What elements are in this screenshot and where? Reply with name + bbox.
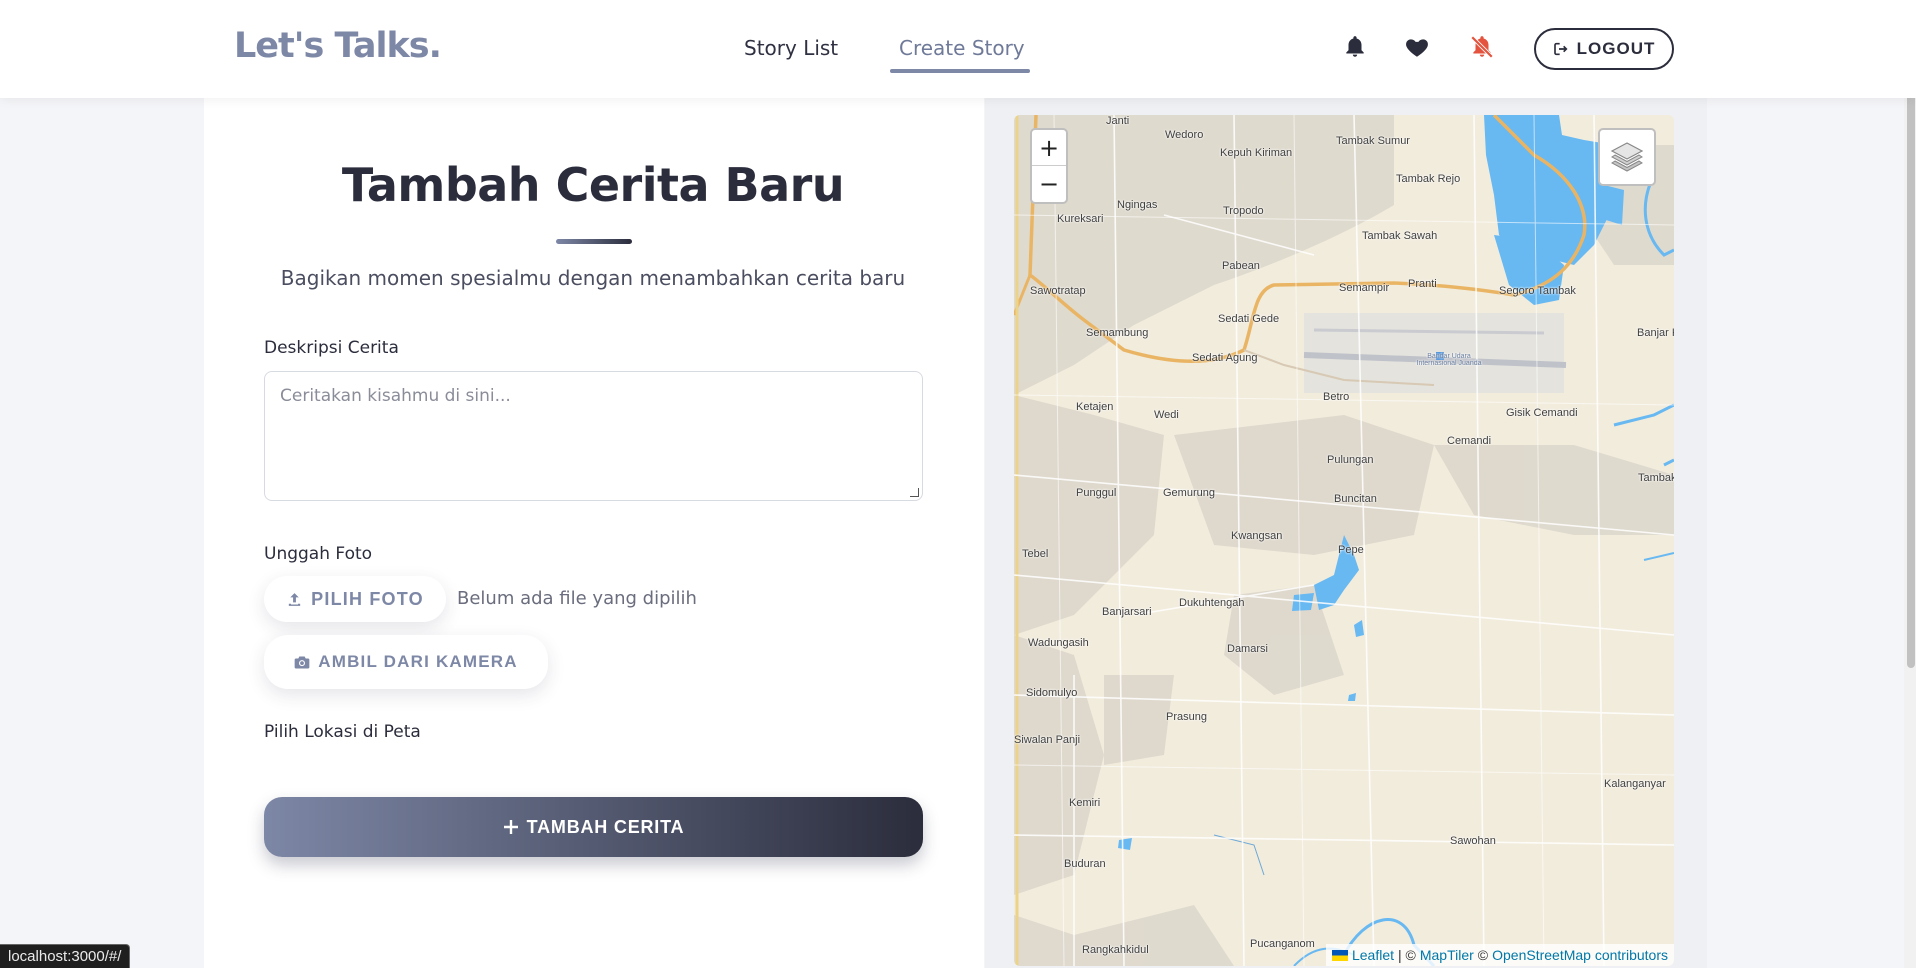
choose-photo-button[interactable]: PILIH FOTO xyxy=(264,576,446,622)
nav-story-list[interactable]: Story List xyxy=(744,36,838,60)
map-label: Kemiri xyxy=(1069,797,1101,809)
map-label: Sidomulyo xyxy=(1026,687,1078,699)
map-label: Tambak C xyxy=(1638,472,1674,484)
description-placeholder: Ceritakan kisahmu di sini... xyxy=(280,386,511,406)
nav-create-story[interactable]: Create Story xyxy=(899,36,1025,60)
map-label: Sawotratap xyxy=(1030,285,1086,297)
map-label: Damarsi xyxy=(1227,643,1268,655)
location-map[interactable]: Janti Wedoro Kepuh Kiriman Tambak Sumur … xyxy=(1014,115,1674,966)
leaflet-link[interactable]: Leaflet xyxy=(1352,947,1394,963)
map-label: Sedati Gede xyxy=(1218,313,1280,325)
map-label: Siwalan Panji xyxy=(1014,734,1081,746)
location-label: Pilih Lokasi di Peta xyxy=(264,722,421,742)
map-label: Kwangsan xyxy=(1231,530,1283,542)
map-label: Pabean xyxy=(1222,260,1260,272)
map-label: Pucanganom xyxy=(1250,938,1315,950)
upload-icon xyxy=(288,592,301,606)
map-label: Wadungasih xyxy=(1028,637,1089,649)
map-label: Janti xyxy=(1106,115,1130,127)
map-label: Pulungan xyxy=(1327,454,1374,466)
bell-icon[interactable] xyxy=(1342,34,1368,60)
map-attribution: Leaflet | © MapTiler © OpenStreetMap con… xyxy=(1325,944,1674,966)
layers-button[interactable] xyxy=(1598,128,1656,186)
map-label: Buduran xyxy=(1064,858,1106,870)
camera-button[interactable]: AMBIL DARI KAMERA xyxy=(264,635,548,689)
map-label: Pranti xyxy=(1408,278,1437,290)
map-label: Tambak Sawah xyxy=(1362,230,1438,242)
title-divider xyxy=(556,239,632,244)
map-label: Cemandi xyxy=(1447,435,1492,447)
map-label: Betro xyxy=(1323,391,1350,403)
heart-icon[interactable] xyxy=(1404,34,1430,60)
map-label: Pepe xyxy=(1338,544,1364,556)
attribution-separator: | © xyxy=(1398,947,1416,963)
map-label: Dukuhtengah xyxy=(1179,597,1245,609)
zoom-control: + − xyxy=(1030,128,1068,204)
ukraine-flag-icon xyxy=(1331,949,1348,961)
zoom-out-button[interactable]: − xyxy=(1032,166,1066,202)
brand-logo[interactable]: Let's Talks. xyxy=(234,26,442,66)
map-label: Segoro Tambak xyxy=(1499,285,1576,297)
submit-label: TAMBAH CERITA xyxy=(526,816,685,837)
app-header: Let's Talks. Story List Create Story LOG… xyxy=(0,0,1916,98)
choose-photo-label: PILIH FOTO xyxy=(311,588,424,609)
browser-status-url: localhost:3000/#/ xyxy=(0,944,131,968)
map-label: Tambak Rejo xyxy=(1396,173,1461,185)
attribution-separator: © xyxy=(1477,947,1489,963)
map-label: Tropodo xyxy=(1223,205,1264,217)
camera-icon xyxy=(294,656,310,668)
map-label: Banjarsari xyxy=(1102,606,1152,618)
page-scrollbar-thumb[interactable] xyxy=(1907,18,1915,668)
map-label: Wedoro xyxy=(1165,129,1204,141)
map-label: Prasung xyxy=(1166,711,1207,723)
map-label: Kalanganyar xyxy=(1604,778,1666,790)
map-label: Ngingas xyxy=(1117,199,1158,211)
map-label: Buncitan xyxy=(1334,493,1377,505)
map-label: Kureksari xyxy=(1057,213,1104,225)
map-label: Rangkahkidul xyxy=(1082,944,1149,956)
map-label: Sedati Agung xyxy=(1192,352,1258,364)
map-label: Ketajen xyxy=(1076,401,1114,413)
map-label: Wedi xyxy=(1154,409,1179,421)
logout-label: LOGOUT xyxy=(1576,39,1656,58)
map-label: Kepuh Kiriman xyxy=(1220,147,1293,159)
map-label: Semambung xyxy=(1086,327,1149,339)
plus-icon xyxy=(503,820,518,834)
camera-label: AMBIL DARI KAMERA xyxy=(318,652,518,671)
nav-active-indicator xyxy=(890,69,1030,73)
description-label: Deskripsi Cerita xyxy=(264,338,399,358)
osm-link[interactable]: OpenStreetMap contributors xyxy=(1492,947,1668,963)
map-label: Bandar Udara Internasional Juanda xyxy=(1416,353,1482,367)
map-label: Banjar Ke xyxy=(1637,327,1674,339)
photo-label: Unggah Foto xyxy=(264,544,373,564)
layers-icon xyxy=(1610,142,1644,172)
map-label: Tambak Sumur xyxy=(1336,135,1410,147)
bell-off-icon[interactable] xyxy=(1469,34,1495,60)
map-label: Punggul xyxy=(1076,487,1117,499)
logout-button[interactable]: LOGOUT xyxy=(1534,28,1674,70)
no-file-text: Belum ada file yang dipilih xyxy=(457,588,697,609)
submit-story-button[interactable]: TAMBAH CERITA xyxy=(264,797,923,857)
map-tiles[interactable] xyxy=(1014,115,1674,966)
map-label: Sawohan xyxy=(1450,835,1496,847)
map-label: Gisik Cemandi xyxy=(1506,407,1578,419)
map-label: Gemurung xyxy=(1163,487,1215,499)
map-label: Semampir xyxy=(1339,282,1390,294)
logout-icon xyxy=(1553,42,1568,56)
description-textarea[interactable]: Ceritakan kisahmu di sini... xyxy=(264,371,923,501)
resize-handle[interactable] xyxy=(910,488,919,497)
zoom-in-button[interactable]: + xyxy=(1032,130,1066,166)
maptiler-link[interactable]: MapTiler xyxy=(1420,947,1474,963)
map-label: Tebel xyxy=(1022,548,1049,560)
